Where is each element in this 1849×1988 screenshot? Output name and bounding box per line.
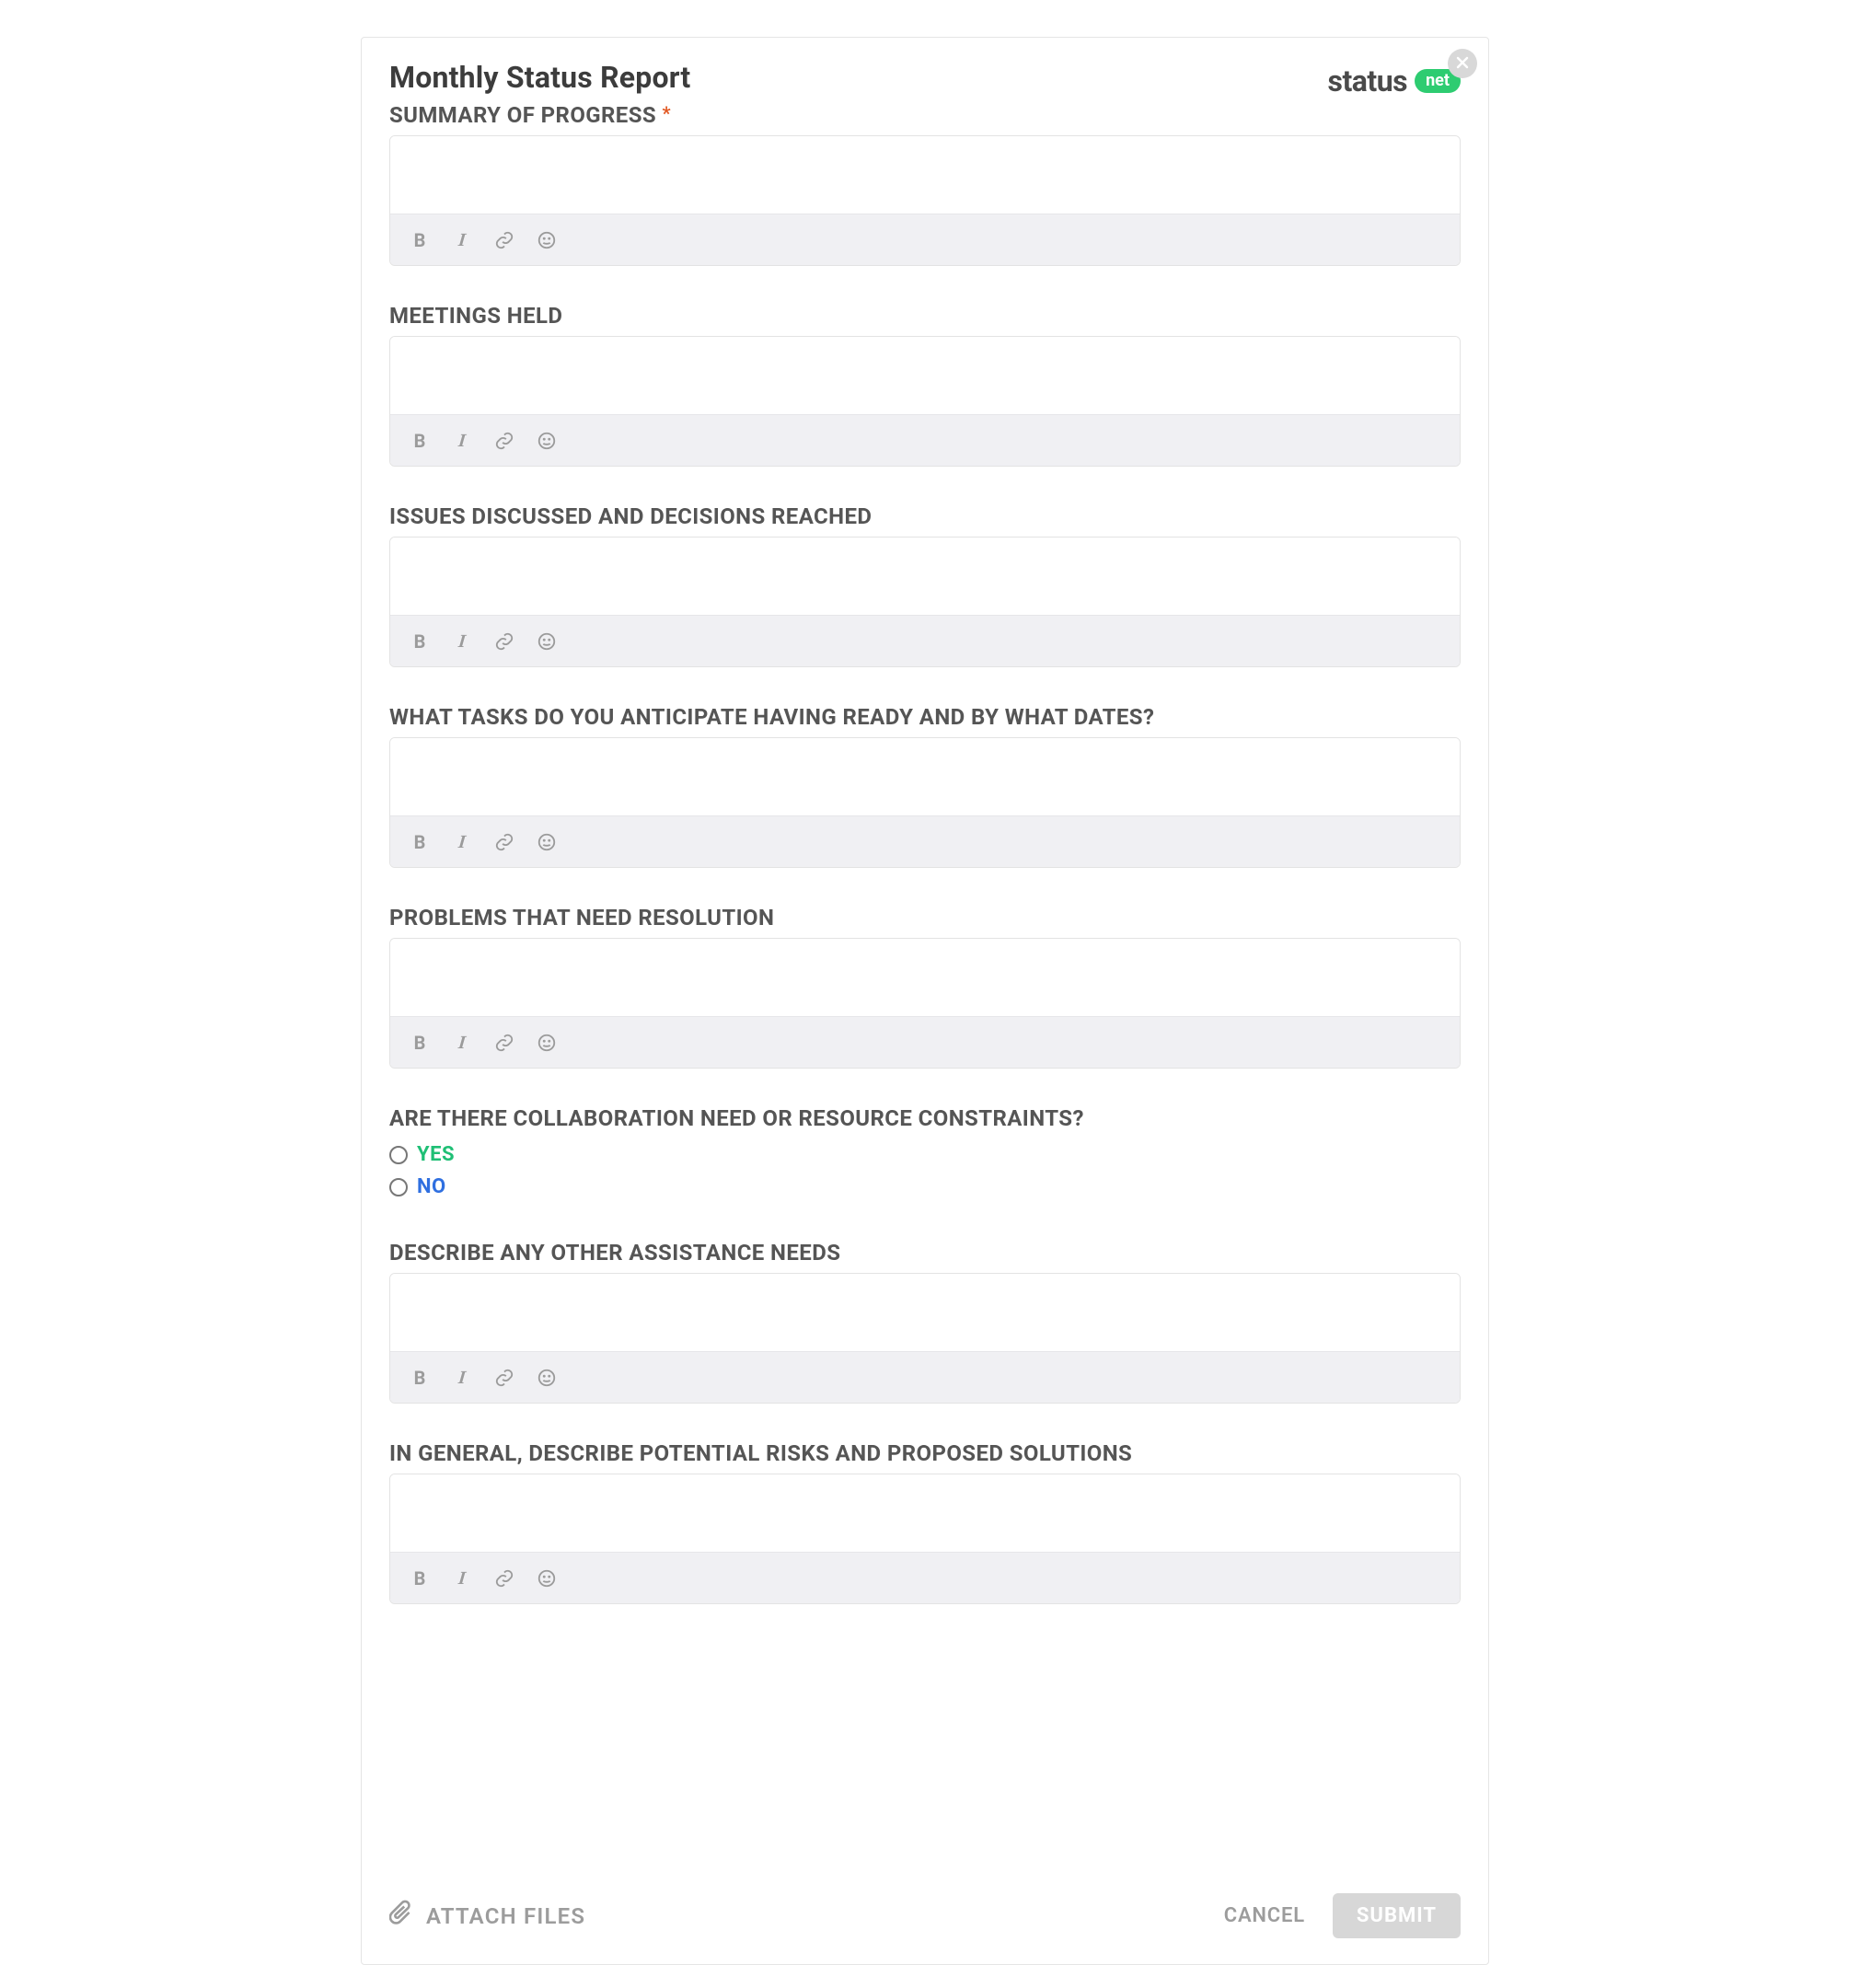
- label-issues: ISSUES DISCUSSED AND DECISIONS REACHED: [389, 503, 1461, 529]
- close-icon: [1456, 55, 1469, 73]
- radio-no-row[interactable]: NO: [389, 1171, 1461, 1203]
- link-icon[interactable]: [493, 1032, 515, 1054]
- close-button[interactable]: [1448, 49, 1477, 78]
- form-footer: ATTACH FILES CANCEL SUBMIT: [389, 1893, 1461, 1938]
- toolbar-assist: B I: [390, 1351, 1460, 1403]
- bold-icon[interactable]: B: [409, 430, 431, 452]
- label-collab: ARE THERE COLLABORATION NEED OR RESOURCE…: [389, 1105, 1461, 1131]
- emoji-icon[interactable]: [536, 430, 558, 452]
- link-icon[interactable]: [493, 430, 515, 452]
- toolbar-summary: B I: [390, 214, 1460, 265]
- emoji-icon[interactable]: [536, 630, 558, 653]
- link-icon[interactable]: [493, 630, 515, 653]
- toolbar-meetings: B I: [390, 414, 1460, 466]
- bold-icon[interactable]: B: [409, 1567, 431, 1589]
- label-tasks: WHAT TASKS DO YOU ANTICIPATE HAVING READ…: [389, 704, 1461, 730]
- italic-icon[interactable]: I: [450, 630, 475, 653]
- link-icon[interactable]: [493, 831, 515, 853]
- report-form-panel: Monthly Status Report status net SUMMARY…: [361, 37, 1489, 1965]
- link-icon[interactable]: [493, 1567, 515, 1589]
- collab-radio-group: YES NO: [389, 1138, 1461, 1203]
- link-icon[interactable]: [493, 1367, 515, 1389]
- input-tasks[interactable]: [390, 738, 1460, 815]
- editor-tasks: B I: [389, 737, 1461, 868]
- input-meetings[interactable]: [390, 337, 1460, 414]
- italic-icon[interactable]: I: [450, 1367, 475, 1389]
- input-problems[interactable]: [390, 939, 1460, 1016]
- label-meetings: MEETINGS HELD: [389, 303, 1461, 329]
- radio-yes[interactable]: [389, 1146, 408, 1164]
- emoji-icon[interactable]: [536, 1567, 558, 1589]
- editor-summary: B I: [389, 135, 1461, 266]
- label-summary: SUMMARY OF PROGRESS *: [389, 102, 1461, 128]
- toolbar-risks: B I: [390, 1552, 1460, 1603]
- bold-icon[interactable]: B: [409, 831, 431, 853]
- required-star-icon: *: [662, 102, 670, 124]
- emoji-icon[interactable]: [536, 1032, 558, 1054]
- input-issues[interactable]: [390, 537, 1460, 615]
- input-summary[interactable]: [390, 136, 1460, 214]
- radio-yes-label: YES: [417, 1138, 455, 1171]
- input-assist[interactable]: [390, 1274, 1460, 1351]
- italic-icon[interactable]: I: [450, 1567, 475, 1589]
- italic-icon[interactable]: I: [450, 229, 475, 251]
- input-risks[interactable]: [390, 1474, 1460, 1552]
- bold-icon[interactable]: B: [409, 229, 431, 251]
- emoji-icon[interactable]: [536, 831, 558, 853]
- bold-icon[interactable]: B: [409, 1032, 431, 1054]
- radio-no[interactable]: [389, 1178, 408, 1196]
- toolbar-problems: B I: [390, 1016, 1460, 1068]
- editor-issues: B I: [389, 537, 1461, 667]
- paperclip-icon: [389, 1900, 413, 1933]
- bold-icon[interactable]: B: [409, 1367, 431, 1389]
- italic-icon[interactable]: I: [450, 430, 475, 452]
- toolbar-issues: B I: [390, 615, 1460, 666]
- submit-button[interactable]: SUBMIT: [1333, 1893, 1461, 1938]
- brand-logo: status net: [1328, 64, 1461, 98]
- italic-icon[interactable]: I: [450, 1032, 475, 1054]
- editor-assist: B I: [389, 1273, 1461, 1404]
- label-summary-text: SUMMARY OF PROGRESS: [389, 102, 656, 128]
- emoji-icon[interactable]: [536, 229, 558, 251]
- italic-icon[interactable]: I: [450, 831, 475, 853]
- link-icon[interactable]: [493, 229, 515, 251]
- toolbar-tasks: B I: [390, 815, 1460, 867]
- editor-risks: B I: [389, 1474, 1461, 1604]
- label-problems: PROBLEMS THAT NEED RESOLUTION: [389, 905, 1461, 930]
- brand-word: status: [1328, 64, 1408, 98]
- radio-yes-row[interactable]: YES: [389, 1138, 1461, 1171]
- label-risks: IN GENERAL, DESCRIBE POTENTIAL RISKS AND…: [389, 1440, 1461, 1466]
- attach-files-button[interactable]: ATTACH FILES: [389, 1900, 585, 1933]
- radio-no-label: NO: [417, 1171, 446, 1203]
- attach-files-label: ATTACH FILES: [426, 1903, 585, 1929]
- page-title: Monthly Status Report: [389, 60, 690, 95]
- bold-icon[interactable]: B: [409, 630, 431, 653]
- editor-problems: B I: [389, 938, 1461, 1069]
- emoji-icon[interactable]: [536, 1367, 558, 1389]
- editor-meetings: B I: [389, 336, 1461, 467]
- cancel-button[interactable]: CANCEL: [1224, 1904, 1305, 1927]
- label-assist: DESCRIBE ANY OTHER ASSISTANCE NEEDS: [389, 1240, 1461, 1266]
